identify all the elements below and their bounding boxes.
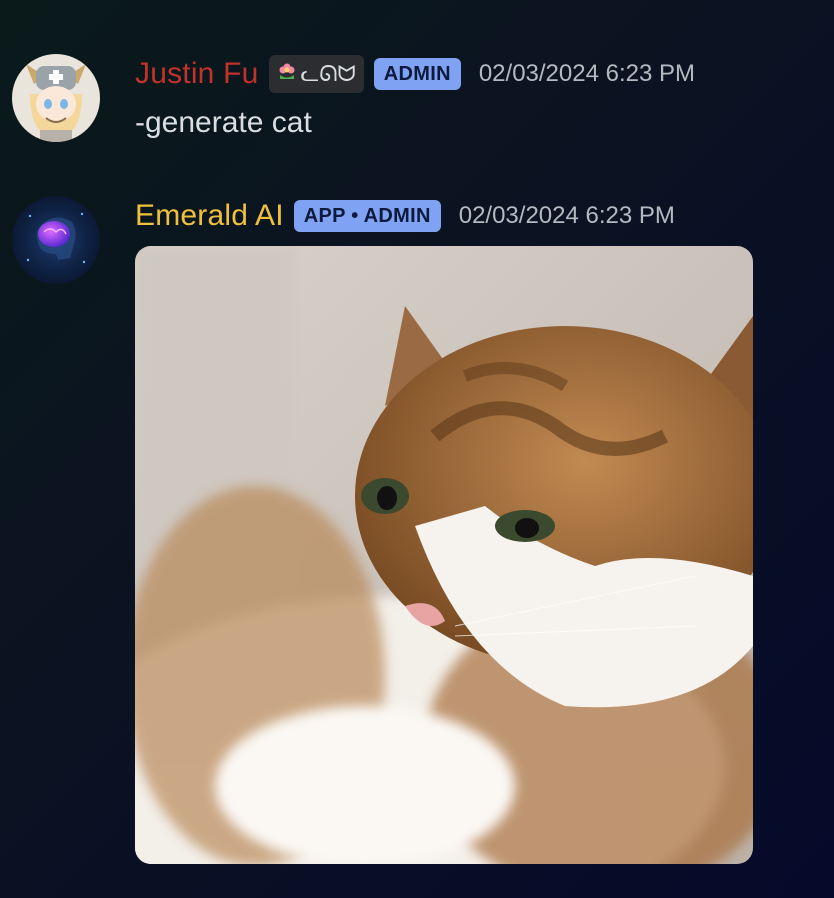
timestamp[interactable]: 02/03/2024 6:23 PM: [479, 60, 695, 88]
cat-image-attachment[interactable]: [135, 246, 753, 864]
timestamp[interactable]: 02/03/2024 6:23 PM: [459, 202, 675, 230]
message-content: -generate cat: [135, 106, 312, 139]
admin-badge: ADMIN: [373, 58, 461, 90]
message-header: Emerald AI APP • ADMIN 02/03/2024 6:23 P…: [135, 196, 675, 236]
username[interactable]: Justin Fu: [135, 57, 259, 91]
avatar[interactable]: [12, 54, 100, 142]
guild-tag-label: ᓚᘏᗢ: [300, 61, 356, 86]
flower-icon: [277, 61, 297, 87]
avatar[interactable]: [12, 196, 100, 284]
username[interactable]: Emerald AI: [135, 199, 284, 233]
guild-tag[interactable]: ᓚᘏᗢ: [268, 55, 364, 93]
message-header: Justin Fu ᓚᘏᗢ ADMIN 02/03/2024 6:23 PM: [135, 54, 695, 94]
app-admin-badge: APP • ADMIN: [293, 200, 441, 232]
